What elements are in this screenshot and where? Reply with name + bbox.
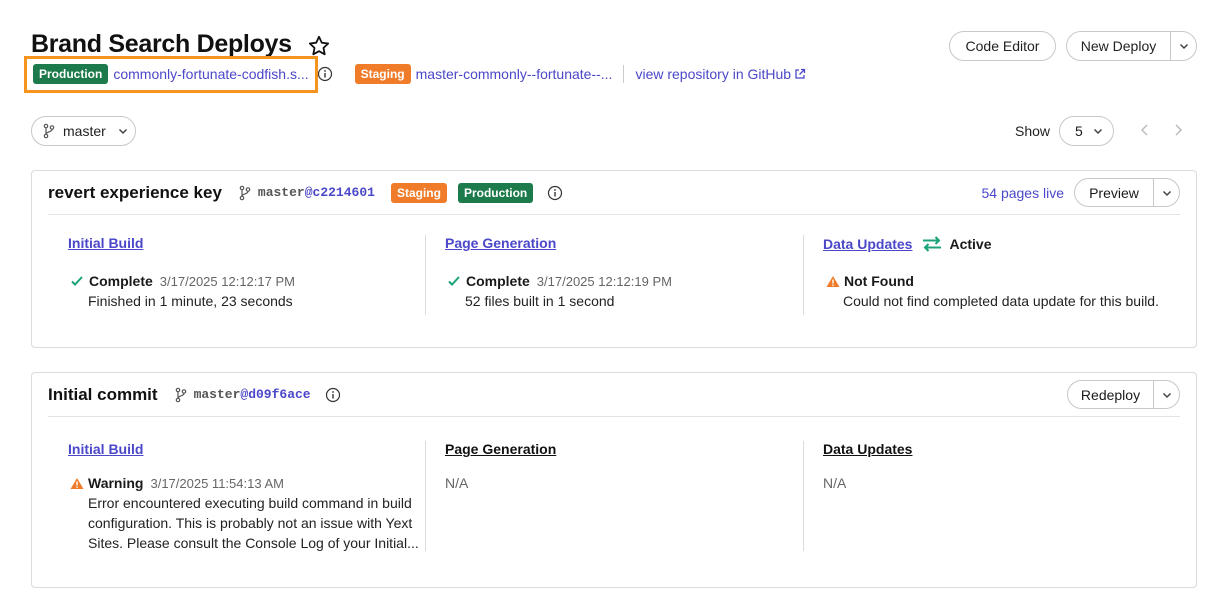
- column-divider: [425, 441, 426, 551]
- deploy-card-header: revert experience key master @c2214601 St…: [48, 171, 1180, 215]
- branch-label: master: [63, 123, 106, 139]
- check-icon: [448, 276, 460, 286]
- detail-line: Error encountered executing build comman…: [88, 495, 412, 511]
- status-text: Complete: [89, 273, 153, 289]
- detail-line: Sites. Please consult the Console Log of…: [88, 535, 419, 551]
- data-updates-section: Data Updates: [823, 441, 912, 459]
- chevron-down-icon: [1179, 43, 1188, 50]
- sync-arrows-icon: [923, 236, 942, 252]
- page-generation-title: Page Generation: [445, 441, 557, 457]
- new-deploy-split-button: New Deploy: [1066, 31, 1197, 61]
- redeploy-split-button: Redeploy: [1067, 380, 1180, 409]
- timestamp: 3/17/2025 12:12:19 PM: [536, 273, 672, 289]
- deploy-actions: Redeploy: [1067, 380, 1180, 409]
- status-text: Complete: [466, 273, 530, 289]
- timestamp: 3/17/2025 11:54:13 AM: [150, 475, 284, 491]
- production-badge: Production: [457, 182, 534, 203]
- column-divider: [425, 235, 426, 315]
- initial-build-status: Complete 3/17/2025 12:12:17 PM: [70, 273, 295, 289]
- commit-ref: master @c2214601: [238, 185, 375, 201]
- staging-url-link[interactable]: master-commonly--fortunate--...: [416, 66, 613, 82]
- show-count-value: 5: [1075, 123, 1083, 139]
- detail-line: configuration. This is probably not an i…: [88, 515, 413, 531]
- staging-badge: Staging: [354, 64, 411, 84]
- production-highlight-box: [24, 56, 318, 93]
- chevron-down-icon: [1093, 128, 1102, 135]
- chevron-right-icon[interactable]: [1170, 122, 1186, 138]
- status-text: Not Found: [844, 273, 914, 289]
- column-divider: [803, 441, 804, 551]
- staging-badge: Staging: [390, 182, 447, 203]
- new-deploy-button[interactable]: New Deploy: [1067, 38, 1170, 54]
- code-editor-button[interactable]: Code Editor: [949, 31, 1056, 61]
- show-label: Show: [1015, 123, 1051, 139]
- star-icon[interactable]: [307, 34, 331, 58]
- status-text: Warning: [88, 475, 144, 491]
- preview-button[interactable]: Preview: [1075, 185, 1153, 201]
- git-branch-icon: [43, 123, 55, 139]
- divider: [623, 65, 625, 83]
- deploy-card-header: Initial commit master @d09f6ace Redeploy: [48, 373, 1180, 417]
- git-branch-icon: [175, 387, 186, 402]
- initial-build-link[interactable]: Initial Build: [68, 441, 143, 457]
- info-icon[interactable]: [325, 387, 341, 403]
- data-updates-value: N/A: [823, 475, 847, 491]
- deploy-title: Initial commit: [48, 384, 158, 404]
- commit-hash-link[interactable]: @d09f6ace: [240, 387, 310, 402]
- check-icon: [71, 276, 83, 286]
- git-branch-icon: [239, 185, 251, 200]
- initial-build-detail: Finished in 1 minute, 23 seconds: [88, 293, 293, 309]
- initial-build-status: Warning 3/17/2025 11:54:13 AM: [70, 475, 284, 491]
- active-status: Active: [949, 236, 992, 252]
- branch-select[interactable]: master: [31, 116, 136, 146]
- new-deploy-dropdown[interactable]: [1170, 32, 1196, 60]
- data-updates-title: Data Updates: [823, 441, 913, 457]
- chevron-down-icon: [118, 128, 127, 135]
- initial-build-link[interactable]: Initial Build: [68, 235, 143, 251]
- deploy-title: revert experience key: [48, 182, 222, 202]
- preview-split-button: Preview: [1074, 178, 1180, 207]
- page-generation-status: Complete 3/17/2025 12:12:19 PM: [447, 273, 672, 289]
- timestamp: 3/17/2025 12:12:17 PM: [159, 273, 295, 289]
- redeploy-dropdown[interactable]: [1153, 381, 1179, 408]
- initial-build-section: Initial Build: [68, 235, 143, 253]
- pages-live-link[interactable]: 54 pages live: [981, 185, 1064, 201]
- deploy-card: revert experience key master @c2214601 St…: [31, 170, 1197, 348]
- warning-icon: [70, 477, 84, 489]
- warning-icon: [826, 275, 840, 287]
- preview-dropdown[interactable]: [1153, 179, 1179, 206]
- data-updates-section: Data Updates Active: [823, 235, 992, 253]
- page-generation-section: Page Generation: [445, 441, 556, 459]
- data-updates-status: Not Found: [826, 273, 921, 289]
- commit-branch: master: [193, 387, 241, 402]
- deploy-actions: 54 pages live Preview: [981, 178, 1180, 207]
- external-link-icon[interactable]: [794, 68, 806, 80]
- info-icon[interactable]: [547, 185, 563, 201]
- page-title: Brand Search Deploys: [31, 30, 292, 58]
- redeploy-button[interactable]: Redeploy: [1068, 387, 1153, 403]
- page-generation-value: N/A: [445, 475, 469, 491]
- data-updates-detail: Could not find completed data update for…: [843, 293, 1159, 309]
- chevron-left-icon[interactable]: [1137, 122, 1153, 138]
- page-generation-section: Page Generation: [445, 235, 556, 253]
- commit-ref: master @d09f6ace: [174, 387, 311, 403]
- initial-build-detail: Error encountered executing build comman…: [88, 493, 419, 553]
- page-generation-link[interactable]: Page Generation: [445, 235, 556, 251]
- show-count-select[interactable]: 5: [1059, 116, 1114, 146]
- chevron-down-icon: [1162, 392, 1171, 398]
- data-updates-link[interactable]: Data Updates: [823, 236, 912, 252]
- deploy-card: Initial commit master@d09f6ace Redeploy: [31, 372, 1197, 588]
- initial-build-section: Initial Build: [68, 441, 143, 459]
- column-divider: [803, 235, 804, 315]
- chevron-down-icon: [1162, 190, 1171, 196]
- page-generation-detail: 52 files built in 1 second: [465, 293, 615, 309]
- repo-link[interactable]: view repository in GitHub: [635, 66, 791, 82]
- commit-branch: master: [257, 185, 305, 200]
- info-icon[interactable]: [317, 66, 333, 82]
- commit-hash-link[interactable]: @c2214601: [305, 185, 375, 200]
